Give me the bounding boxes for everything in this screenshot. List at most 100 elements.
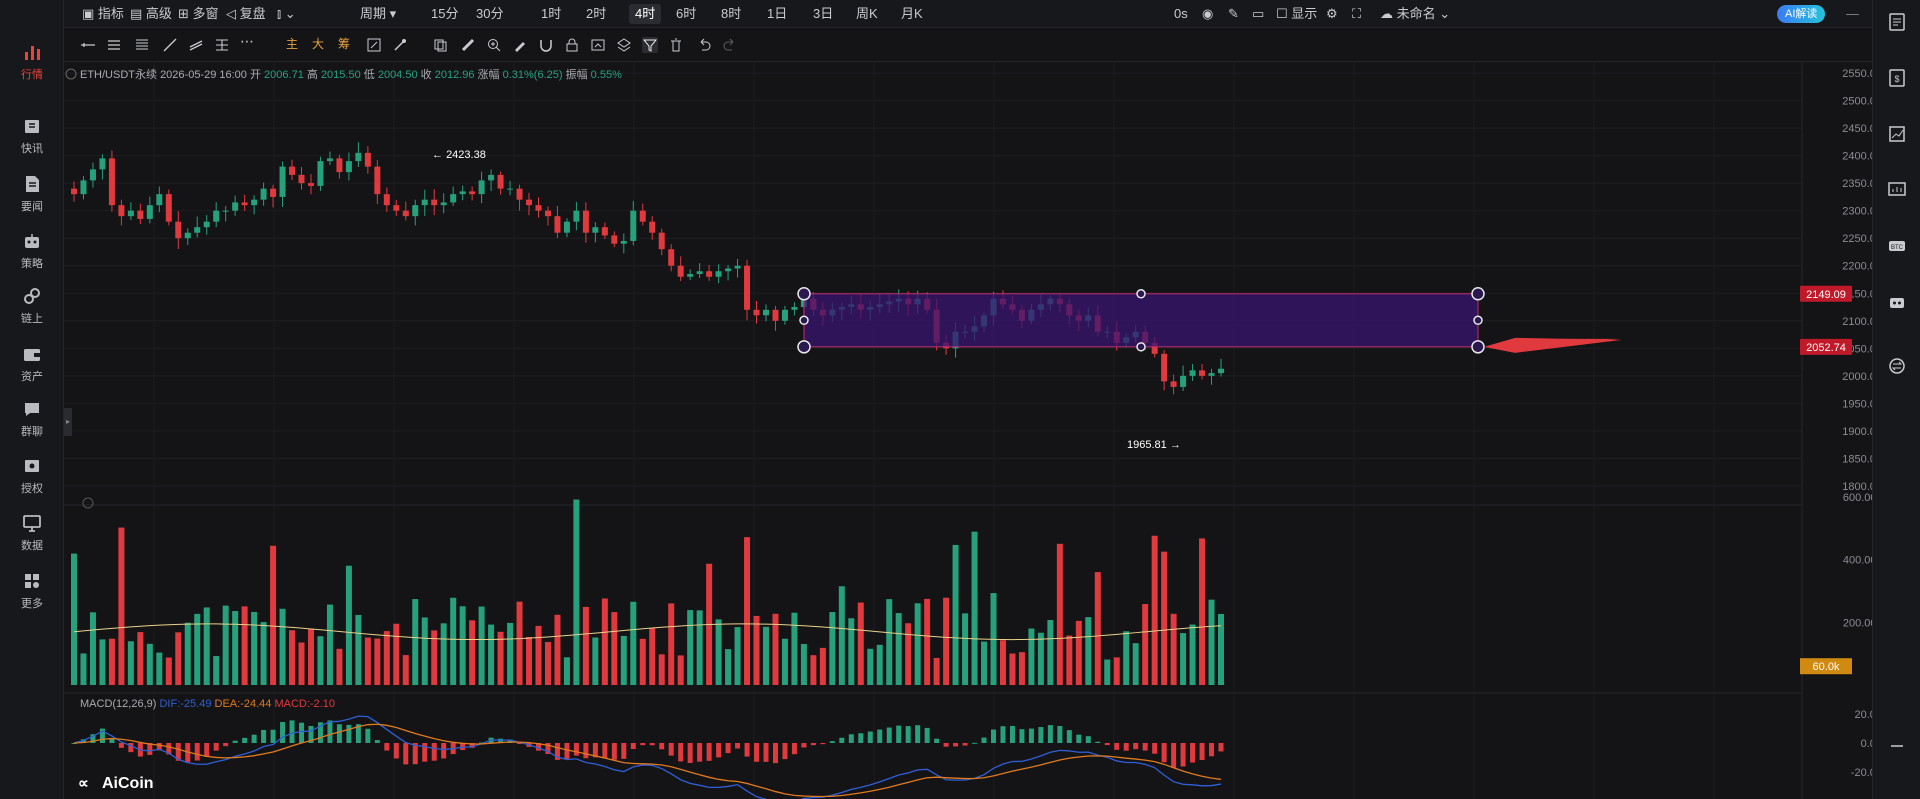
rectangle-handle[interactable] — [797, 340, 811, 354]
interval-tab[interactable]: 3日 — [813, 4, 833, 24]
sidebar-item-7[interactable]: 授权 — [0, 450, 64, 502]
parallel-lines-icon[interactable] — [106, 37, 122, 53]
sidebar-item-label: 快讯 — [21, 143, 43, 155]
rectangle-handle[interactable] — [1136, 289, 1146, 299]
macd-histogram-bar — [1218, 743, 1224, 752]
interval-tab[interactable]: 1时 — [541, 4, 561, 24]
multi-window-button[interactable]: ⊞ 多窗 — [178, 4, 219, 24]
delete-icon[interactable] — [668, 37, 684, 53]
ai-interpret-button[interactable]: AI解读 — [1777, 5, 1826, 23]
camera-icon[interactable]: ◉ — [1202, 4, 1213, 24]
undo-icon[interactable] — [696, 37, 712, 53]
collapse-indicator-icon[interactable] — [65, 68, 77, 80]
chart-type-selector[interactable]: ⫾ ⌄ — [277, 4, 296, 24]
trend-line-icon[interactable] — [162, 37, 178, 53]
volume-bar — [810, 655, 817, 685]
sidebar-item-0[interactable]: 行情 — [0, 36, 64, 88]
interval-tab[interactable]: 30分 — [476, 4, 503, 24]
macd-histogram-bar — [829, 741, 835, 743]
pattern-icon[interactable] — [366, 37, 382, 53]
copy-icon[interactable] — [432, 37, 448, 53]
main-chart-toggle[interactable]: 主 — [286, 35, 302, 51]
volume-bar — [895, 613, 902, 685]
large-order-toggle[interactable]: 大 — [312, 35, 328, 51]
layers-icon[interactable] — [616, 37, 632, 53]
bot-icon[interactable] — [1887, 292, 1907, 312]
redo-icon[interactable] — [722, 37, 738, 53]
sidebar-item-2[interactable]: 要闻 — [0, 168, 64, 220]
indicator-button[interactable]: ▣ 指标 — [82, 4, 124, 24]
window-minimize-icon[interactable]: — — [1846, 4, 1859, 24]
btc-icon[interactable]: BTC — [1887, 236, 1907, 256]
rectangle-handle[interactable] — [1471, 287, 1485, 301]
replay-icon: ◁ — [226, 6, 240, 21]
screen-icon[interactable] — [1887, 180, 1907, 200]
rectangle-handle[interactable] — [1136, 342, 1146, 352]
sidebar-collapse-handle[interactable]: ▸ — [64, 408, 72, 436]
volume-bar — [1189, 624, 1196, 685]
horizontal-ray-icon[interactable] — [80, 37, 96, 53]
trend-icon[interactable] — [1887, 124, 1907, 144]
period-dropdown[interactable]: 周期 ▾ — [360, 4, 396, 24]
rectangle-handle[interactable] — [799, 315, 809, 326]
replay-button[interactable]: ◁ 复盘 — [226, 4, 266, 24]
sidebar-item-5[interactable]: 资产 — [0, 338, 64, 390]
highlighter-icon[interactable] — [512, 37, 528, 53]
magnet-icon[interactable] — [538, 37, 554, 53]
volume-bar — [1104, 659, 1111, 685]
pitchfork-icon[interactable] — [214, 37, 230, 53]
interval-tab[interactable]: 2时 — [586, 4, 606, 24]
interval-tab[interactable]: 周K — [856, 4, 878, 24]
more-tools-icon[interactable]: ⋯ — [240, 33, 256, 49]
template-icon[interactable] — [590, 37, 606, 53]
edit-icon[interactable]: ✎ — [1228, 4, 1239, 24]
interval-tab[interactable]: 15分 — [431, 4, 458, 24]
chip-distribution-toggle[interactable]: 筹 — [338, 35, 354, 51]
interval-tab[interactable]: 6时 — [676, 4, 696, 24]
window-minimize-icon[interactable] — [1887, 736, 1907, 756]
sidebar-item-1[interactable]: 快讯 — [0, 110, 64, 162]
fib-lines-icon[interactable] — [134, 37, 150, 53]
exchange-icon[interactable] — [1887, 356, 1907, 376]
volume-bar — [146, 643, 153, 685]
rectangle-drawing[interactable] — [803, 293, 1479, 348]
rectangle-handle[interactable] — [1473, 315, 1483, 326]
display-button[interactable]: ☐ 显示 — [1276, 4, 1317, 24]
settings-gear-icon[interactable]: ⚙ — [1326, 4, 1338, 24]
dollar-doc-icon[interactable]: $ — [1887, 68, 1907, 88]
ruler-icon[interactable] — [460, 37, 476, 53]
interval-tab[interactable]: 1日 — [767, 4, 787, 24]
rectangle-handle[interactable] — [1471, 340, 1485, 354]
macd-histogram-bar — [649, 743, 655, 746]
sidebar-item-4[interactable]: 链上 — [0, 280, 64, 332]
candle-body — [355, 152, 362, 162]
sidebar-item-9[interactable]: 更多 — [0, 565, 64, 617]
volume-collapse-icon[interactable] — [82, 497, 94, 509]
fullscreen-icon[interactable]: ⛶ — [1352, 4, 1361, 24]
filter-icon[interactable] — [642, 37, 658, 53]
channel-icon[interactable] — [188, 37, 204, 53]
layout-name-dropdown[interactable]: ☁ 未命名 ⌄ — [1380, 4, 1450, 24]
sidebar-item-8[interactable]: 数据 — [0, 507, 64, 559]
volume-bar — [696, 610, 703, 685]
interval-tab[interactable]: 8时 — [721, 4, 741, 24]
upper-price-badge-text: 2149.09 — [1806, 289, 1846, 301]
zoom-in-icon[interactable] — [486, 37, 502, 53]
sidebar-item-3[interactable]: 策略 — [0, 225, 64, 277]
lock-icon[interactable] — [564, 37, 580, 53]
interval-tab[interactable]: 4时 — [629, 4, 662, 24]
advanced-button[interactable]: ▤ 高级 — [130, 4, 172, 24]
watchlist-icon[interactable] — [1887, 12, 1907, 32]
rectangle-handle[interactable] — [797, 287, 811, 301]
volume-bar — [800, 643, 807, 685]
brush-icon[interactable] — [392, 37, 408, 53]
note-icon[interactable]: ▭ — [1252, 4, 1264, 24]
interval-tab[interactable]: 月K — [901, 4, 923, 24]
flash-news-icon — [25, 120, 39, 133]
sidebar-item-6[interactable]: 群聊 — [0, 393, 64, 445]
cloud-icon: ☁ — [1380, 6, 1397, 21]
candle-body — [89, 169, 96, 181]
macd-histogram-bar — [611, 743, 617, 760]
chart-area[interactable]: 2550.00 2500.00 2450.00 2400.00 2350.00 2300.… — [64, 62, 1872, 799]
volume-bar — [971, 531, 978, 685]
